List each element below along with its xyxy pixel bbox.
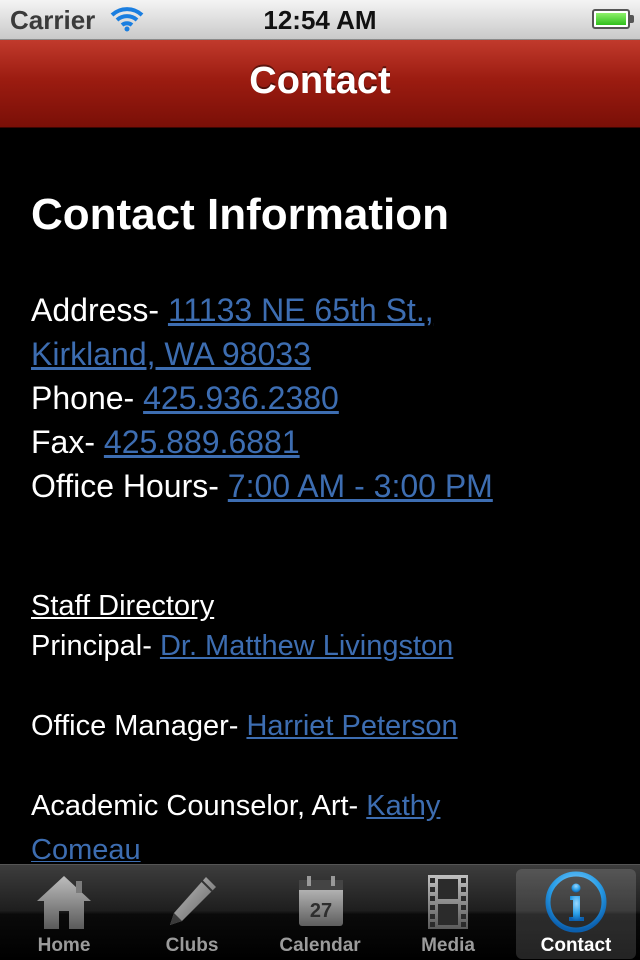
phone-line: Phone- 425.936.2380	[31, 376, 339, 420]
staff-directory-heading: Staff Directory	[31, 590, 215, 622]
fax-line: Fax- 425.889.6881	[31, 420, 300, 464]
battery-icon	[592, 9, 634, 29]
tab-clubs[interactable]: Clubs	[128, 865, 256, 960]
tab-label: Calendar	[279, 935, 361, 956]
tab-label: Home	[37, 935, 91, 956]
navigation-bar: Contact	[0, 40, 640, 128]
tab-label: Media	[421, 935, 475, 956]
contact-content[interactable]: Contact Information Address- 11133 NE 65…	[31, 128, 621, 862]
staff-principal: Principal- Dr. Matthew Livingston	[31, 624, 453, 668]
status-bar: Carrier 12:54 AM	[0, 0, 640, 40]
staff-role: Office Manager-	[31, 710, 247, 742]
fax-label: Fax-	[31, 424, 104, 460]
tab-calendar[interactable]: 27 Calendar	[256, 865, 384, 960]
staff-name-link[interactable]: Dr. Matthew Livingston	[160, 630, 453, 662]
address-link-line2[interactable]: Kirkland, WA 98033	[31, 336, 311, 372]
contact-heading: Contact Information	[31, 190, 449, 239]
staff-name-link-line2[interactable]: Comeau	[31, 834, 141, 862]
staff-role: Principal-	[31, 630, 160, 662]
tab-label: Contact	[540, 935, 612, 956]
phone-label: Phone-	[31, 380, 144, 416]
tab-contact[interactable]: Contact	[512, 865, 640, 960]
address-label: Address-	[31, 292, 168, 328]
film-icon	[418, 873, 478, 936]
tab-bar: Home Clubs 27 Calendar Media Contact	[0, 864, 640, 960]
tab-label: Clubs	[165, 935, 219, 956]
tab-home[interactable]: Home	[0, 865, 128, 960]
office-hours-line: Office Hours- 7:00 AM - 3:00 PM	[31, 464, 493, 508]
tab-media[interactable]: Media	[384, 865, 512, 960]
staff-academic-counselor: Academic Counselor, Art- Kathy	[31, 784, 440, 828]
phone-link[interactable]: 425.936.2380	[143, 380, 339, 416]
pencil-icon	[162, 873, 222, 936]
staff-name-link[interactable]: Kathy	[366, 790, 440, 822]
calendar-day: 27	[310, 900, 332, 922]
office-hours-link[interactable]: 7:00 AM - 3:00 PM	[228, 468, 493, 504]
home-icon	[34, 873, 94, 936]
staff-office-manager: Office Manager- Harriet Peterson	[31, 704, 458, 748]
status-time: 12:54 AM	[263, 5, 377, 35]
calendar-icon: 27	[290, 873, 350, 936]
address-line: Address- 11133 NE 65th St.,	[31, 288, 434, 332]
staff-academic-counselor-line2: Comeau	[31, 828, 141, 862]
staff-name-link[interactable]: Harriet Peterson	[246, 710, 457, 742]
address-line-2: Kirkland, WA 98033	[31, 332, 311, 376]
info-icon	[545, 871, 607, 938]
page-title: Contact	[249, 60, 391, 102]
fax-link[interactable]: 425.889.6881	[104, 424, 300, 460]
address-link[interactable]: 11133 NE 65th St.,	[168, 292, 434, 328]
staff-role: Academic Counselor, Art-	[31, 790, 367, 822]
office-hours-label: Office Hours-	[31, 468, 228, 504]
